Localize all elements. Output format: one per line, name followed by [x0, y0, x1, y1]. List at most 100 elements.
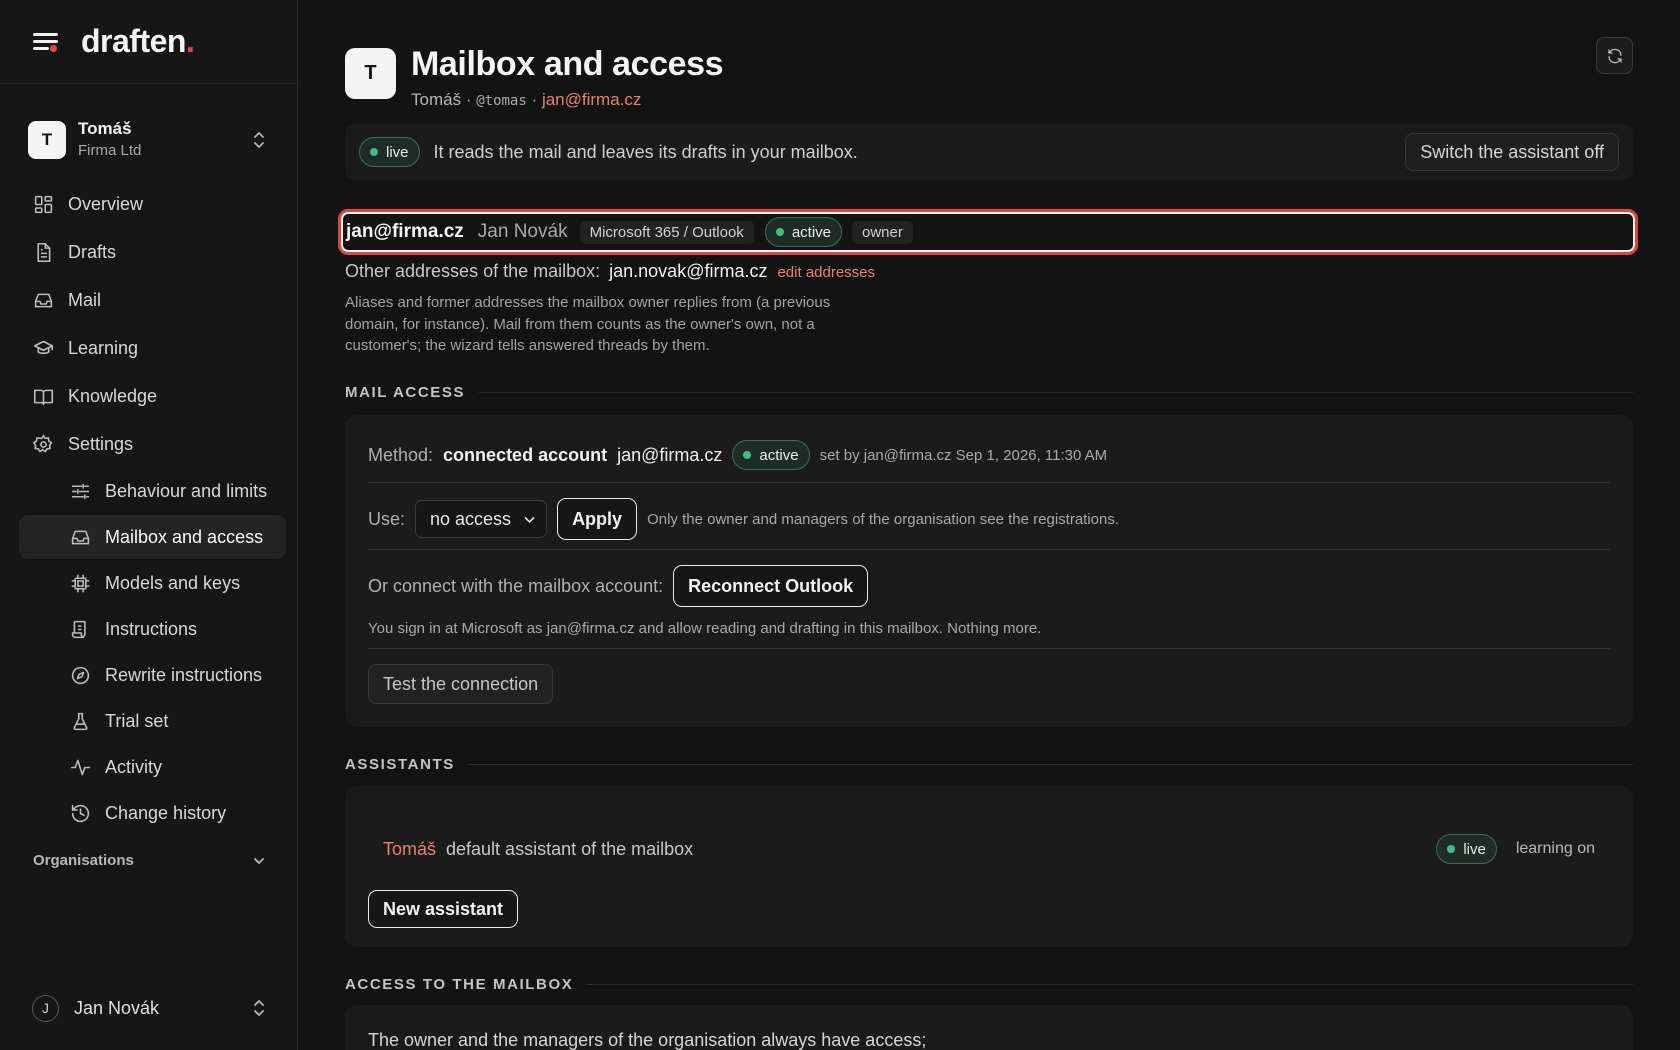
learning-status: learning on	[1515, 840, 1595, 857]
sidebar-item-models[interactable]: Models and keys	[19, 561, 286, 605]
sidebar-item-label: Models and keys	[105, 572, 241, 593]
role-badge: owner	[852, 220, 913, 244]
gear-icon	[33, 433, 53, 453]
user-name: Jan Novák	[74, 997, 160, 1018]
graduation-cap-icon	[33, 340, 54, 354]
method-label: Method:	[368, 444, 434, 465]
history-icon	[71, 804, 90, 822]
test-row: Test the connection	[368, 664, 1610, 704]
edit-addresses-link[interactable]: edit addresses	[777, 264, 875, 281]
profile-org: Firma Ltd	[78, 142, 142, 159]
profile-switcher[interactable]: T Tomáš Firma Ltd	[28, 117, 268, 163]
dashboard-icon	[34, 195, 53, 213]
refresh-icon	[1607, 48, 1622, 63]
sidebar-nav: Overview Drafts Mail Learning Knowledge …	[19, 181, 286, 837]
sidebar-item-overview[interactable]: Overview	[19, 181, 286, 227]
sidebar-item-settings[interactable]: Settings	[19, 421, 286, 467]
status-text: It reads the mail and leaves its drafts …	[433, 141, 858, 162]
profile-name: Tomáš	[78, 119, 132, 138]
sidebar-item-history[interactable]: Change history	[19, 791, 286, 835]
sidebar-item-label: Activity	[105, 756, 163, 777]
sidebar-item-label: Drafts	[68, 241, 117, 262]
mailbox-email: jan@firma.cz	[346, 221, 464, 242]
section-assistants: ASSISTANTS	[345, 756, 1633, 773]
sidebar-item-label: Settings	[68, 433, 134, 454]
apply-button[interactable]: Apply	[557, 498, 638, 540]
chevron-down-icon	[524, 516, 535, 523]
inbox-icon	[34, 293, 53, 307]
method-row: Method: connected account jan@firma.cz a…	[368, 439, 1610, 471]
user-avatar: J	[32, 994, 59, 1022]
sidebar-item-drafts[interactable]: Drafts	[19, 229, 286, 275]
sidebar-item-instructions[interactable]: Instructions	[19, 607, 286, 651]
other-addresses-value: jan.novak@firma.cz	[609, 261, 768, 281]
mailbox-status-badge: active	[764, 217, 842, 247]
sidebar-item-knowledge[interactable]: Knowledge	[19, 373, 286, 419]
sidebar-item-label: Behaviour and limits	[105, 480, 268, 501]
method-email: jan@firma.cz	[617, 444, 723, 465]
chevron-updown-icon	[254, 1000, 264, 1016]
chevron-updown-icon	[254, 132, 264, 148]
mailbox-identity-row[interactable]: jan@firma.cz Jan Novák Microsoft 365 / O…	[338, 209, 1638, 255]
set-by-note: set by jan@firma.cz Sep 1, 2026, 11:30 A…	[819, 446, 1108, 464]
divider	[368, 482, 1610, 483]
user-switcher[interactable]: J Jan Novák	[32, 993, 268, 1023]
page-subtitle: Tomáš · @tomas · jan@firma.cz	[411, 90, 723, 110]
brand-logo: draften.	[81, 23, 195, 59]
menu-icon[interactable]	[33, 32, 59, 52]
assistant-row[interactable]: Tomáš default assistant of the mailbox l…	[383, 832, 1595, 866]
profile-avatar: T	[28, 121, 66, 159]
access-select[interactable]: no access	[415, 500, 548, 538]
sidebar-item-rewrite[interactable]: Rewrite instructions	[19, 653, 286, 697]
sidebar-item-label: Mail	[68, 289, 102, 310]
sidebar-item-label: Learning	[68, 337, 139, 358]
compass-icon	[71, 666, 90, 684]
provider-badge: Microsoft 365 / Outlook	[579, 220, 754, 244]
section-access: ACCESS TO THE MAILBOX	[345, 976, 1633, 993]
test-connection-button[interactable]: Test the connection	[368, 664, 554, 704]
access-text: The owner and the managers of the organi…	[368, 1030, 927, 1050]
sidebar-item-mail[interactable]: Mail	[19, 277, 286, 323]
assistants-card: Tomáš default assistant of the mailbox l…	[345, 786, 1633, 947]
mail-access-card: Method: connected account jan@firma.cz a…	[345, 415, 1633, 727]
subtitle-name: Tomáš	[411, 90, 462, 109]
use-note: Only the owner and managers of the organ…	[647, 510, 1120, 528]
new-assistant-button[interactable]: New assistant	[368, 890, 519, 928]
sidebar-item-learning[interactable]: Learning	[19, 325, 286, 371]
method-status-badge: active	[732, 440, 810, 470]
book-icon	[33, 389, 54, 405]
connect-note: You sign in at Microsoft as jan@firma.cz…	[368, 619, 1042, 637]
page-header: T Mailbox and access Tomáš · @tomas · ja…	[345, 44, 724, 110]
subtitle-separator: ·	[465, 90, 472, 109]
assistant-status-badge: live	[1436, 834, 1497, 864]
organisations-toggle[interactable]: Organisations	[33, 852, 267, 869]
connect-note-row: You sign in at Microsoft as jan@firma.cz…	[368, 617, 1610, 639]
sidebar-item-trial[interactable]: Trial set	[19, 699, 286, 743]
reconnect-outlook-button[interactable]: Reconnect Outlook	[673, 565, 869, 607]
chip-icon	[71, 574, 90, 592]
subtitle-handle: @tomas	[476, 93, 527, 109]
connect-row: Or connect with the mailbox account: Rec…	[368, 565, 1610, 607]
method-value: connected account	[443, 444, 608, 465]
sidebar-item-label: Instructions	[105, 618, 198, 639]
access-select-value: no access	[430, 508, 512, 529]
refresh-button[interactable]	[1596, 37, 1633, 74]
mailbox-owner-name: Jan Novák	[477, 221, 568, 242]
live-badge: live	[359, 137, 420, 167]
sidebar-item-activity[interactable]: Activity	[19, 745, 286, 789]
sidebar-item-label: Mailbox and access	[105, 526, 264, 547]
assistant-avatar: T	[345, 48, 396, 99]
sidebar-item-mailbox[interactable]: Mailbox and access	[19, 515, 286, 559]
section-mail-access: MAIL ACCESS	[345, 384, 1633, 401]
subtitle-email[interactable]: jan@firma.cz	[542, 90, 641, 109]
scroll-icon	[71, 620, 86, 638]
switch-off-button[interactable]: Switch the assistant off	[1405, 133, 1619, 171]
chevron-down-icon	[254, 857, 264, 864]
sidebar-item-label: Trial set	[105, 710, 169, 731]
brand-bar: draften.	[0, 0, 297, 84]
assistant-name[interactable]: Tomáš	[383, 839, 436, 860]
sidebar: draften. T Tomáš Firma Ltd Overview Draf…	[0, 0, 298, 1050]
sidebar-item-behaviour[interactable]: Behaviour and limits	[19, 469, 286, 513]
activity-icon	[70, 759, 91, 775]
flask-icon	[73, 712, 88, 730]
